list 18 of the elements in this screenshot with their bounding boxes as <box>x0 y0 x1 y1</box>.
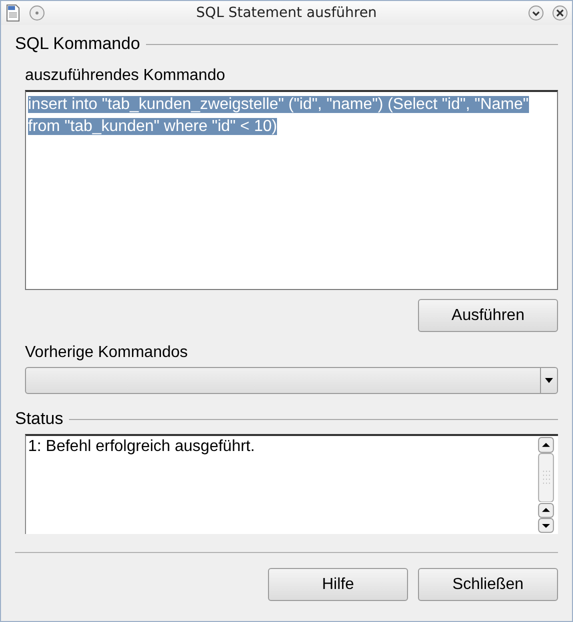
scrollbar-thumb[interactable] <box>538 452 554 502</box>
section-title: Status <box>15 409 64 429</box>
dropdown-arrow-icon <box>545 378 553 383</box>
scroll-up-icon[interactable] <box>538 437 554 453</box>
field-label: Vorherige Kommandos <box>25 344 189 363</box>
help-button[interactable]: Hilfe <box>268 568 408 601</box>
status-text: 1: Befehl erfolgreich ausgeführt. <box>27 437 256 457</box>
execute-button[interactable]: Ausführen <box>418 299 558 332</box>
close-icon[interactable] <box>552 5 568 21</box>
field-label: auszuführendes Kommando <box>25 67 226 86</box>
section-title: SQL Kommando <box>15 34 140 54</box>
window-title: SQL Statement ausführen <box>195 5 378 21</box>
document-icon[interactable] <box>5 4 21 22</box>
scroll-up-icon[interactable] <box>538 503 554 518</box>
scroll-down-icon[interactable] <box>538 518 554 533</box>
close-button[interactable]: Schließen <box>418 568 558 601</box>
menu-button-icon[interactable] <box>29 5 45 21</box>
minimize-icon[interactable] <box>528 5 544 21</box>
